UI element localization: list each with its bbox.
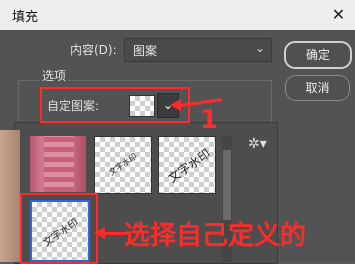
annotation-instruction: 选择自己定义的 xyxy=(124,221,307,251)
annotation-step-number: 1 xyxy=(200,105,219,135)
chevron-down-icon: ⌄ xyxy=(254,41,265,55)
cancel-button[interactable]: 取消 xyxy=(285,75,350,101)
annotation-arrow-line xyxy=(104,232,126,235)
picker-scroll-thumb[interactable] xyxy=(223,150,231,220)
ok-button[interactable]: 确定 xyxy=(284,41,352,69)
photo-background xyxy=(0,130,20,262)
fill-dialog: 填充 ✕ 内容(D): 图案 ⌄ 确定 取消 选项 自定图案: ⌄ ✲▾ 文字水… xyxy=(0,0,355,264)
pattern-tile-watermark-small[interactable]: 文字水印 xyxy=(94,136,152,194)
pattern-tile-watermark-large[interactable]: 文字水印 xyxy=(158,136,216,194)
content-select-value: 图案 xyxy=(133,44,158,58)
pattern-tile-text: 文字水印 xyxy=(107,151,139,178)
annotation-arrow-head xyxy=(94,227,105,239)
gear-icon[interactable]: ✲▾ xyxy=(248,136,267,152)
content-label: 内容(D): xyxy=(70,43,117,57)
annotation-highlight-pattern-row xyxy=(40,87,190,123)
dialog-title: 填充 xyxy=(12,10,39,25)
title-bar: 填充 ✕ xyxy=(0,0,355,30)
close-icon[interactable]: ✕ xyxy=(322,0,355,30)
annotation-highlight-selected-tile xyxy=(20,193,98,264)
content-select[interactable]: 图案 ⌄ xyxy=(124,38,272,62)
annotation-arrow-head xyxy=(170,99,181,111)
options-group-label: 选项 xyxy=(40,67,69,84)
pink-texture xyxy=(44,136,74,192)
pattern-tile-text: 文字水印 xyxy=(165,146,213,186)
